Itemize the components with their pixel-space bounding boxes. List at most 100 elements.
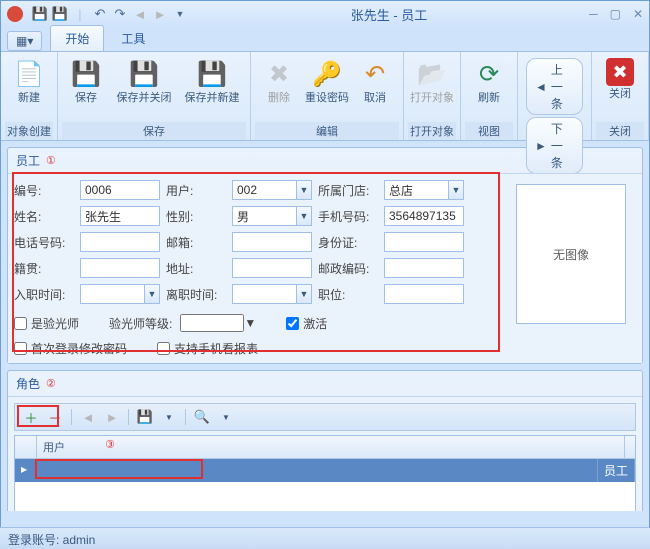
col-user[interactable]: 用户 bbox=[37, 436, 625, 458]
grid-empty bbox=[15, 482, 635, 511]
undo-icon: ↶ bbox=[359, 58, 391, 90]
dropdown-icon[interactable]: ▼ bbox=[144, 284, 160, 304]
annotation-3: ③ bbox=[105, 438, 115, 460]
email-label: 邮箱: bbox=[166, 234, 226, 251]
tb-save-drop-icon[interactable]: ▼ bbox=[159, 407, 179, 427]
hire-input[interactable] bbox=[80, 284, 144, 304]
remove-role-button[interactable]: － bbox=[45, 407, 65, 427]
group-open-label: 打开对象 bbox=[408, 122, 456, 140]
minimize-button[interactable]: ─ bbox=[589, 7, 598, 21]
file-menu[interactable]: ▦▾ bbox=[7, 31, 42, 51]
mobile-input[interactable] bbox=[384, 206, 464, 226]
idno-label: 身份证: bbox=[318, 234, 378, 251]
next-record-button[interactable]: ►下一条 bbox=[526, 117, 583, 174]
panel-title: 角色 bbox=[16, 375, 40, 392]
annotation-2: ② bbox=[46, 377, 56, 390]
mobilereport-checkbox[interactable]: 支持手机看报表 bbox=[157, 340, 258, 357]
role-row[interactable]: ▸ 员工 bbox=[15, 459, 635, 482]
tb-search-icon[interactable]: 🔍 bbox=[192, 407, 212, 427]
tb-prev-icon[interactable]: ◄ bbox=[78, 407, 98, 427]
maximize-button[interactable]: ▢ bbox=[610, 7, 621, 21]
native-input[interactable] bbox=[80, 258, 160, 278]
active-checkbox[interactable]: 激活 bbox=[286, 314, 327, 332]
optlevel-label: 验光师等级: bbox=[109, 315, 172, 332]
open-object-button[interactable]: 📂打开对象 bbox=[408, 54, 456, 109]
role-grid: 用户 ③ ▸ 员工 bbox=[14, 435, 636, 511]
qat-redo-icon[interactable]: ↷ bbox=[111, 5, 129, 23]
prev-record-button[interactable]: ◄上一条 bbox=[526, 58, 583, 115]
group-save-label: 保存 bbox=[62, 122, 246, 140]
save-button[interactable]: 💾保存 bbox=[62, 54, 110, 109]
photo-placeholder[interactable]: 无图像 bbox=[516, 184, 626, 324]
prev-icon: ◄ bbox=[535, 80, 547, 94]
employee-panel: 员工① 编号: 用户: ▼ 所属门店: ▼ 姓名: 性别: ▼ 手机号码: 电话… bbox=[7, 147, 643, 364]
leave-input[interactable] bbox=[232, 284, 296, 304]
zip-label: 邮政编码: bbox=[318, 260, 378, 277]
user-input[interactable] bbox=[232, 180, 296, 200]
add-role-button[interactable]: ＋ bbox=[21, 407, 41, 427]
optlevel-input[interactable] bbox=[180, 314, 244, 332]
annotation-1: ① bbox=[46, 154, 56, 167]
addr-input[interactable] bbox=[232, 258, 312, 278]
hire-label: 入职时间: bbox=[14, 286, 74, 303]
dropdown-icon[interactable]: ▼ bbox=[296, 180, 312, 200]
qat-next-icon[interactable]: ► bbox=[151, 5, 169, 23]
group-create-label: 对象创建 bbox=[5, 122, 53, 140]
qat-sep-icon: | bbox=[71, 5, 89, 23]
zip-input[interactable] bbox=[384, 258, 464, 278]
tel-label: 电话号码: bbox=[14, 234, 74, 251]
qat-prev-icon[interactable]: ◄ bbox=[131, 5, 149, 23]
name-label: 姓名: bbox=[14, 208, 74, 225]
qat-dropdown-icon[interactable]: ▼ bbox=[171, 5, 189, 23]
firstlogin-checkbox[interactable]: 首次登录修改密码 bbox=[14, 340, 127, 357]
email-input[interactable] bbox=[232, 232, 312, 252]
idno-input[interactable] bbox=[384, 232, 464, 252]
optometrist-checkbox[interactable]: 是验光师 bbox=[14, 314, 79, 332]
post-input[interactable] bbox=[384, 284, 464, 304]
next-icon: ► bbox=[535, 139, 547, 153]
group-close-label: 关闭 bbox=[596, 122, 644, 140]
shop-input[interactable] bbox=[384, 180, 448, 200]
save-icon: 💾 bbox=[70, 58, 102, 90]
role-cell[interactable]: 员工 bbox=[598, 459, 635, 482]
grid-corner bbox=[15, 436, 37, 458]
close-icon: ✖ bbox=[606, 58, 634, 86]
qat-save-icon[interactable]: 💾 bbox=[31, 5, 49, 23]
tb-save-icon[interactable]: 💾 bbox=[135, 407, 155, 427]
dropdown-icon[interactable]: ▼ bbox=[244, 316, 256, 330]
save-new-button[interactable]: 💾保存并新建 bbox=[178, 54, 246, 109]
code-input[interactable] bbox=[80, 180, 160, 200]
role-toolbar: ＋ － ◄ ► 💾 ▼ 🔍 ▼ bbox=[14, 403, 636, 431]
post-label: 职位: bbox=[318, 286, 378, 303]
delete-button[interactable]: ✖删除 bbox=[255, 54, 303, 109]
status-bar: 登录账号: admin bbox=[0, 527, 650, 549]
tab-tools[interactable]: 工具 bbox=[106, 25, 160, 51]
window-title: 张先生 - 员工 bbox=[189, 5, 589, 24]
reset-password-button[interactable]: 🔑重设密码 bbox=[303, 54, 351, 109]
qat-undo-icon[interactable]: ↶ bbox=[91, 5, 109, 23]
cancel-button[interactable]: ↶取消 bbox=[351, 54, 399, 109]
tab-start[interactable]: 开始 bbox=[50, 25, 104, 51]
qat-saveclose-icon[interactable]: 💾 bbox=[51, 5, 69, 23]
native-label: 籍贯: bbox=[14, 260, 74, 277]
close-window-button[interactable]: ✕ bbox=[633, 7, 643, 21]
tel-input[interactable] bbox=[80, 232, 160, 252]
dropdown-icon[interactable]: ▼ bbox=[296, 206, 312, 226]
group-edit-label: 编辑 bbox=[255, 122, 399, 140]
refresh-button[interactable]: ⟳刷新 bbox=[465, 54, 513, 109]
user-label: 用户: bbox=[166, 182, 226, 199]
dropdown-icon[interactable]: ▼ bbox=[448, 180, 464, 200]
name-input[interactable] bbox=[80, 206, 160, 226]
dropdown-icon[interactable]: ▼ bbox=[296, 284, 312, 304]
tb-search-drop-icon[interactable]: ▼ bbox=[216, 407, 236, 427]
new-button[interactable]: 📄新建 bbox=[5, 54, 53, 109]
save-close-button[interactable]: 💾保存并关闭 bbox=[110, 54, 178, 109]
key-icon: 🔑 bbox=[311, 58, 343, 90]
panel-title: 员工 bbox=[16, 152, 40, 169]
gender-input[interactable] bbox=[232, 206, 296, 226]
close-button[interactable]: ✖关闭 bbox=[596, 54, 644, 105]
mobile-label: 手机号码: bbox=[318, 208, 378, 225]
app-icon bbox=[7, 6, 23, 22]
leave-label: 离职时间: bbox=[166, 286, 226, 303]
tb-next-icon[interactable]: ► bbox=[102, 407, 122, 427]
